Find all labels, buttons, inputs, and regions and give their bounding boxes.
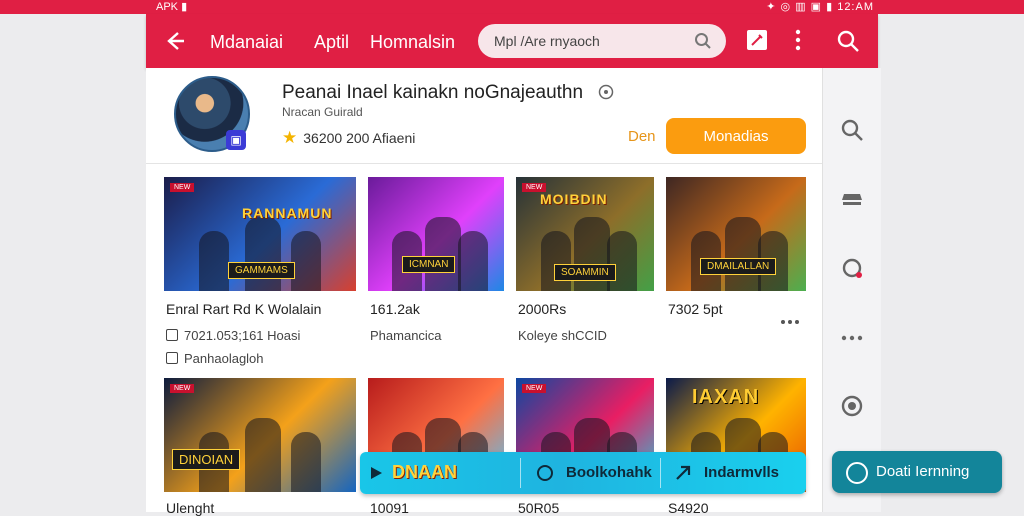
game-title[interactable]: Ulenght (166, 500, 214, 516)
arrow-icon (676, 465, 691, 480)
rating-row: ★ 36200 200 Afiaeni (282, 128, 415, 148)
character-figure (291, 432, 321, 492)
thumbnail-art-title: RANNAMUN (242, 205, 333, 221)
character-figure (245, 217, 281, 291)
promo-divider (660, 458, 661, 488)
game-detail: Panhaolagloh (166, 351, 264, 366)
star-icon: ★ (282, 128, 298, 147)
status-left-text: APK ▮ (156, 1, 188, 13)
search-placeholder: Mpl /Are rnyaoch (494, 33, 600, 49)
game-title[interactable]: 2000Rs (518, 301, 566, 317)
character-figure (541, 231, 571, 291)
developer-name-text: Peanai Inael kainakn nοGnajeauthn (282, 82, 584, 103)
developer-subtitle: Nracan Guirald (282, 105, 363, 119)
character-figure (607, 231, 637, 291)
game-detail-text: 7021.053;161 Hoasi (184, 328, 301, 343)
clock-icon (846, 462, 868, 484)
search-icon[interactable] (840, 118, 864, 142)
thumb-tag: NEW (170, 384, 195, 393)
more-vert-icon[interactable] (794, 29, 802, 56)
status-right-text: ✦ ◎ ▥ ▣ ▮ 12:AM (766, 1, 874, 13)
game-title[interactable]: Enral Rart Rd K Wolalain (166, 301, 321, 317)
badge-icon: ▣ (226, 130, 246, 150)
appbar-search-icon[interactable] (836, 29, 860, 58)
character-figure (725, 217, 761, 291)
game-thumbnail[interactable]: DMAILALLAN (666, 177, 806, 291)
tab-mdanaiai[interactable]: Mdanaiai (210, 32, 283, 53)
edit-square-icon[interactable] (746, 29, 768, 56)
thumb-tag: NEW (170, 183, 195, 192)
game-detail-text: Panhaolagloh (184, 351, 264, 366)
character-figure (458, 231, 488, 291)
game-detail: Koleye shCCID (518, 328, 607, 343)
promo-segment[interactable]: Boolkohahk (566, 464, 652, 481)
promo-bar[interactable]: DNAAN Boolkohahk Indarmvlls (360, 452, 806, 494)
game-title[interactable]: 10091 (370, 500, 409, 516)
record-icon[interactable] (840, 394, 864, 418)
character-figure (425, 217, 461, 291)
search-box[interactable]: Mpl /Are rnyaoch (478, 24, 726, 58)
checkbox-icon[interactable] (166, 329, 178, 341)
game-title[interactable]: 7302 5pt (668, 301, 723, 317)
controller-icon[interactable] (840, 186, 864, 210)
more-horiz-icon[interactable] (780, 312, 800, 330)
search-icon[interactable] (694, 32, 712, 55)
learning-fab[interactable]: Doati Iernning (832, 451, 1002, 493)
status-bar: APK ▮ ✦ ◎ ▥ ▣ ▮ 12:AM (0, 0, 1024, 14)
thumbnail-banner: GAMMAMS (228, 262, 295, 279)
info-icon[interactable] (598, 84, 614, 100)
game-detail: Phamancica (370, 328, 442, 343)
game-title[interactable]: 161.2ak (370, 301, 420, 317)
bookmark-icon (537, 465, 553, 481)
promo-segment[interactable]: Indarmvlls (704, 464, 779, 481)
game-detail: 7021.053;161 Hoasi (166, 328, 300, 343)
developer-link[interactable]: Den (628, 128, 656, 145)
game-title[interactable]: 50R05 (518, 500, 559, 516)
thumbnail-banner: SOAMMIN (554, 264, 616, 281)
back-arrow-icon[interactable] (164, 26, 188, 56)
developer-name: Peanai Inael kainakn nοGnajeauthn (282, 82, 614, 104)
install-button[interactable]: Monadias (666, 118, 806, 154)
main-content: ▣ Peanai Inael kainakn nοGnajeauthn Nrac… (146, 68, 822, 516)
character-figure (199, 231, 229, 291)
game-thumbnail[interactable]: NEW RANNAMUN GAMMAMS (164, 177, 356, 291)
tab-aptil[interactable]: Aptil (314, 32, 349, 53)
thumbnail-banner: ICMNAN (402, 256, 456, 273)
checkbox-icon[interactable] (166, 352, 178, 364)
divider (146, 163, 822, 164)
game-title[interactable]: S4920 (668, 500, 708, 516)
thumbnail-art-title: IAXAN (692, 386, 760, 408)
more-horiz-icon[interactable] (840, 326, 864, 350)
side-rail (822, 68, 881, 512)
tab-homnalsin[interactable]: Homnalsin (370, 32, 455, 53)
thumb-tag: NEW (522, 384, 547, 393)
game-thumbnail[interactable]: ICMNAN (368, 177, 504, 291)
thumbnail-banner: DMAILALLAN (700, 258, 777, 275)
thumbnail-art-title: MOIBDIN (540, 191, 608, 207)
promo-segment[interactable]: DNAAN (392, 462, 457, 483)
thumbnail-banner: DINOIAN (172, 449, 241, 470)
promo-divider (520, 458, 521, 488)
rating-text: 36200 200 Afiaeni (303, 130, 416, 146)
game-thumbnail[interactable]: NEW DINOIAN (164, 378, 356, 492)
character-figure (291, 231, 321, 291)
app-bar: Mdanaiai Aptil Homnalsin Mpl /Are rnyaoc… (146, 14, 878, 68)
game-thumbnail[interactable]: NEW MOIBDIN SOAMMIN (516, 177, 654, 291)
character-figure (245, 418, 281, 492)
fab-label: Doati Iernning (876, 463, 970, 480)
play-icon (371, 467, 382, 479)
notification-icon[interactable] (840, 256, 864, 280)
